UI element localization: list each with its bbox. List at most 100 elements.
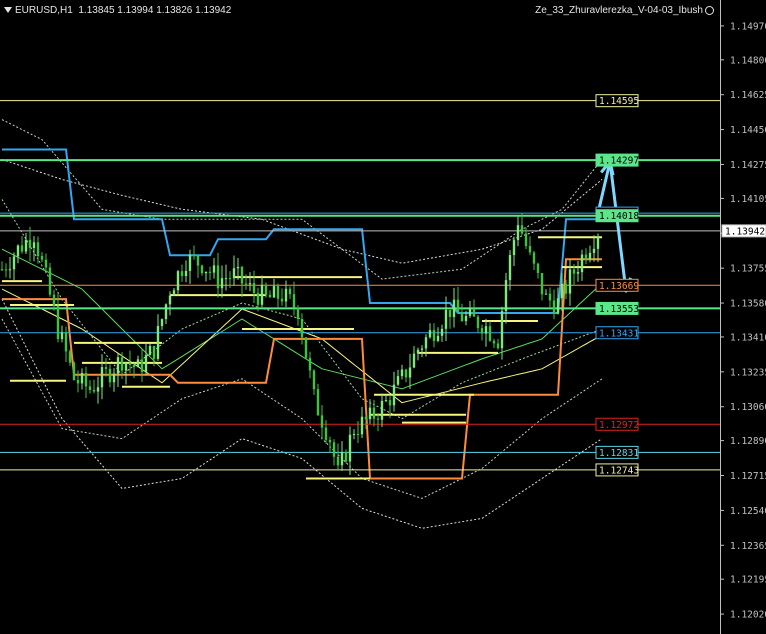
candle-body <box>436 335 440 341</box>
candle-body <box>348 434 352 462</box>
candle-body <box>444 309 448 329</box>
price-tick-label: 1.13410 <box>730 332 766 343</box>
candle-body <box>76 379 80 384</box>
candle-body <box>216 265 220 289</box>
candle-body <box>168 295 172 305</box>
candle-body <box>576 272 580 274</box>
price-tick-label: 1.14275 <box>730 160 766 171</box>
candle-body <box>256 292 260 305</box>
candle-body <box>64 332 68 352</box>
candle-body <box>292 294 296 308</box>
candle-body <box>492 340 496 344</box>
candle-body <box>556 298 560 314</box>
candle-body <box>376 418 380 420</box>
candle-body <box>352 434 356 436</box>
candle-body <box>540 272 544 295</box>
candle-body <box>136 359 140 368</box>
candle-body <box>396 376 400 385</box>
candle-body <box>388 400 392 406</box>
candle-body <box>284 288 288 302</box>
chart-header: EURUSD,H1 1.13845 1.13994 1.13826 1.1394… <box>4 5 231 16</box>
candle-body <box>196 255 200 266</box>
price-tick-label: 1.12365 <box>730 541 766 552</box>
indicator-name: Ze_33_Zhuravlerezka_V-04-03_Ibush <box>535 5 703 16</box>
candle-body <box>420 348 424 350</box>
candle-body <box>20 245 24 252</box>
level-label-text: 1.14595 <box>599 96 639 107</box>
candle-body <box>236 266 240 269</box>
price-tick-label: 1.13580 <box>730 299 766 310</box>
level-label-text: 1.13669 <box>599 281 639 292</box>
candle-body <box>112 373 116 383</box>
candle-body <box>148 345 152 356</box>
candle-body <box>320 415 324 428</box>
candle-body <box>24 239 28 252</box>
indicator-header: Ze_33_Zhuravlerezka_V-04-03_Ibush <box>535 5 714 16</box>
candle-body <box>520 225 524 234</box>
candle-body <box>104 367 108 369</box>
candle-body <box>300 318 304 338</box>
candle-body <box>356 434 360 436</box>
candle-body <box>260 284 264 305</box>
candle-body <box>484 326 488 334</box>
candle-body <box>184 270 188 277</box>
candle-body <box>368 407 372 420</box>
candle-body <box>408 367 412 378</box>
candle-body <box>584 254 588 259</box>
candle-body <box>272 286 276 298</box>
price-tick-label: 1.13755 <box>730 264 766 275</box>
candle-body <box>572 269 576 274</box>
candle-body <box>80 372 84 384</box>
candle-body <box>468 309 472 316</box>
candle-body <box>496 343 500 349</box>
candle-body <box>0 269 4 271</box>
candle-body <box>380 400 384 420</box>
candle-body <box>372 407 376 419</box>
candle-body <box>340 452 344 466</box>
candle-body <box>72 362 76 380</box>
candle-body <box>328 439 332 443</box>
price-tick-label: 1.12540 <box>730 506 766 517</box>
candle-body <box>416 349 420 354</box>
price-tick-label: 1.14450 <box>730 125 766 136</box>
candle-body <box>36 242 40 256</box>
candle-body <box>172 290 176 296</box>
candle-body <box>360 416 364 435</box>
candle-body <box>344 452 348 462</box>
candle-body <box>128 362 132 365</box>
price-tick-label: 1.13235 <box>730 367 766 378</box>
level-label-text: 1.14018 <box>599 211 639 222</box>
candle-body <box>500 311 504 349</box>
candle-body <box>240 266 244 284</box>
candle-body <box>568 269 572 294</box>
price-chart[interactable]: 1.14970 1.14800 1.14625 1.14450 1.14275 1.141… <box>0 0 766 634</box>
candle-body <box>180 271 184 277</box>
candle-body <box>460 312 464 322</box>
candle-body <box>536 263 540 273</box>
candle-body <box>44 259 48 268</box>
candle-body <box>548 293 552 301</box>
candle-body <box>588 252 592 259</box>
candle-body <box>532 252 536 264</box>
candle-body <box>96 387 100 392</box>
candle-body <box>524 233 528 246</box>
candle-body <box>508 255 512 281</box>
candle-body <box>4 269 8 271</box>
level-label-text: 1.12831 <box>599 448 639 459</box>
candle-body <box>176 271 180 291</box>
candle-body <box>504 280 508 312</box>
candle-body <box>248 283 252 285</box>
candle-body <box>120 357 124 371</box>
candle-body <box>68 351 72 363</box>
dropdown-triangle-icon[interactable] <box>4 7 12 14</box>
ohlc-readout: 1.13845 1.13994 1.13826 1.13942 <box>78 5 232 16</box>
candle-body <box>152 345 156 359</box>
candle-body <box>160 319 164 327</box>
candle-body <box>288 288 292 295</box>
level-label-text: 1.14297 <box>599 156 639 167</box>
candle-body <box>28 239 32 249</box>
candle-body <box>264 284 268 295</box>
candle-body <box>244 283 248 285</box>
smiley-face-icon[interactable] <box>705 5 714 15</box>
candle-body <box>164 304 168 320</box>
